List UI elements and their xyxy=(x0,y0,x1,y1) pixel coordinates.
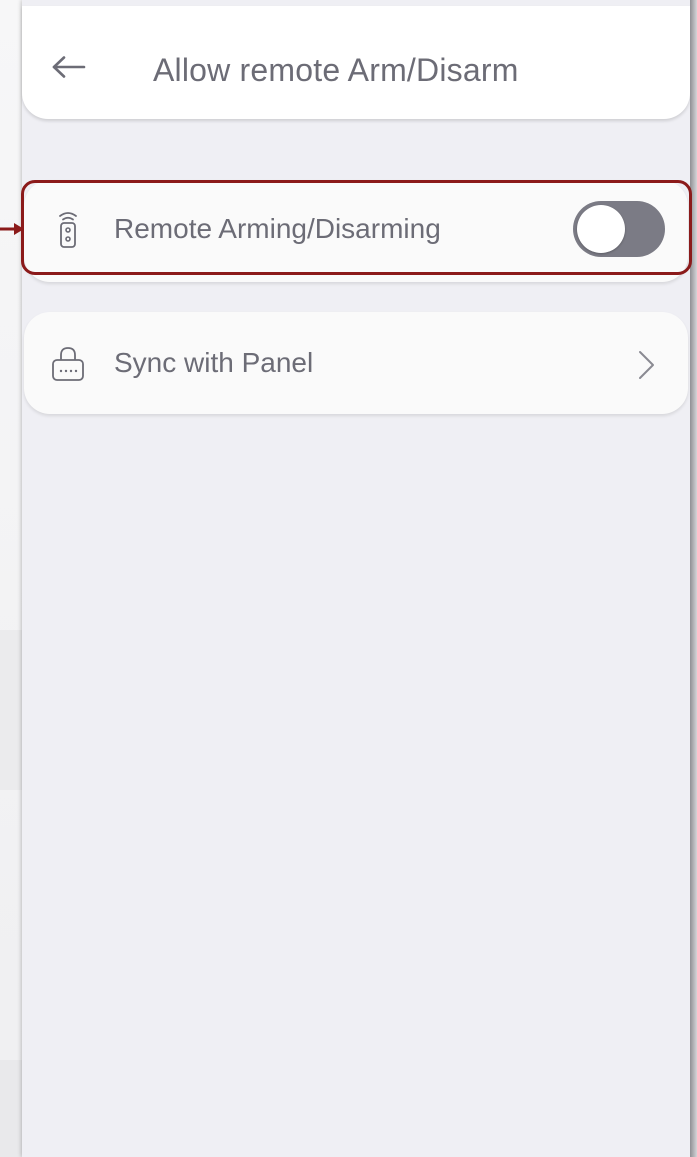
chevron-right-icon xyxy=(639,351,654,379)
top-bar: Allow remote Arm/Disarm xyxy=(22,6,690,119)
background-band xyxy=(0,630,22,790)
remote-control-icon xyxy=(59,212,77,248)
sync-with-panel-label: Sync with Panel xyxy=(114,347,314,378)
background-left xyxy=(0,0,22,1157)
background-band-bottom xyxy=(0,1060,22,1157)
keypad-lock-icon xyxy=(52,347,84,381)
screen-edge xyxy=(690,0,697,1157)
sync-with-panel-row[interactable]: Sync with Panel xyxy=(24,312,688,414)
remote-arming-label: Remote Arming/Disarming xyxy=(114,213,441,244)
remote-arming-toggle[interactable] xyxy=(573,201,665,257)
app-screen: Allow remote Arm/Disarm Remote Arming/Di… xyxy=(22,0,690,1157)
toggle-knob xyxy=(577,205,625,253)
arrow-left-icon[interactable] xyxy=(52,56,86,78)
remote-arming-row: Remote Arming/Disarming xyxy=(24,180,688,282)
page-title: Allow remote Arm/Disarm xyxy=(153,52,519,88)
